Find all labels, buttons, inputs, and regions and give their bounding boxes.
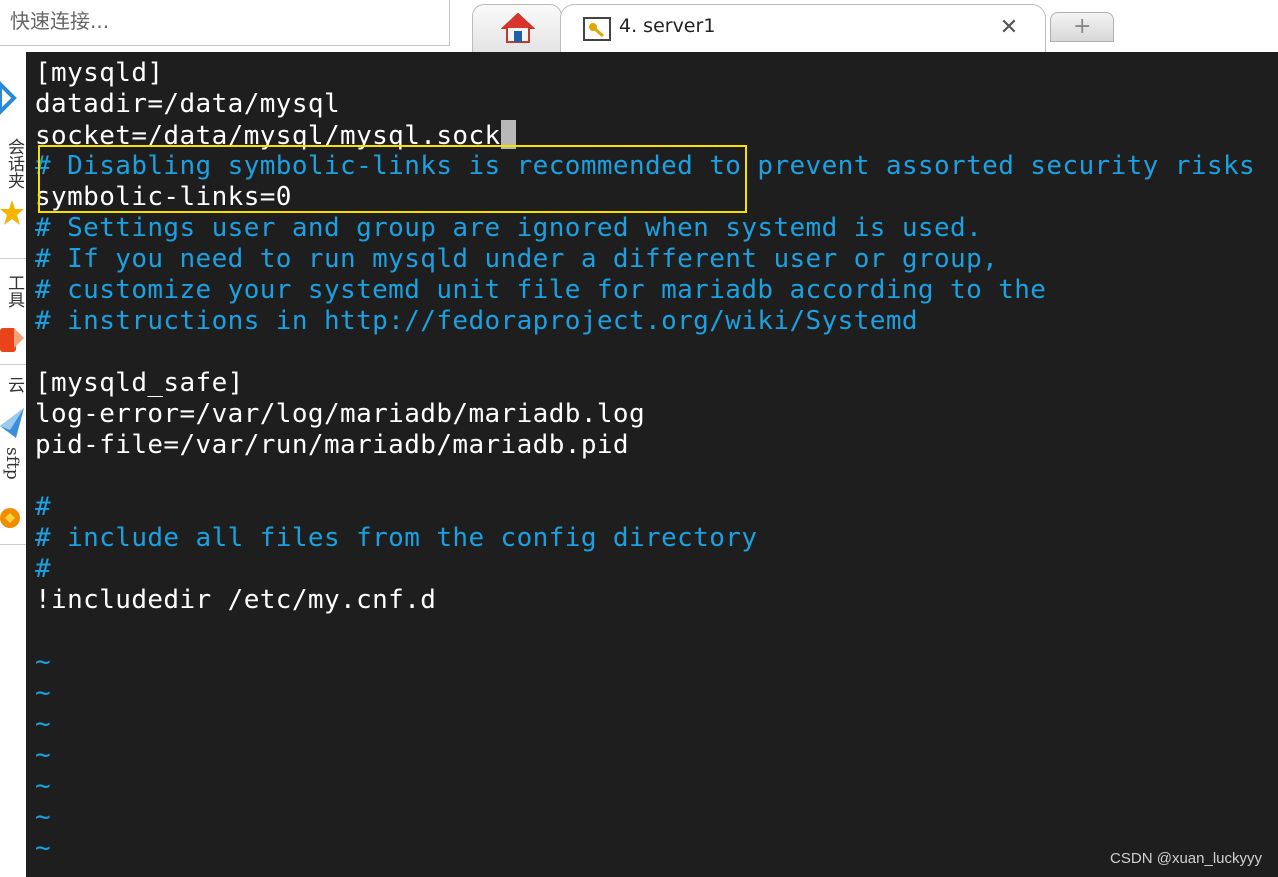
terminal-line-text: ~ <box>35 833 52 863</box>
terminal-line: ~ <box>35 802 51 833</box>
terminal-line: datadir=/data/mysql <box>35 89 340 120</box>
sidebar-item-label: 工具 <box>4 274 24 308</box>
quick-connect-input[interactable]: 快速连接... <box>0 0 450 46</box>
terminal-line-text: # instructions in http://fedoraproject.o… <box>35 306 918 336</box>
terminal-line: [mysqld] <box>35 58 163 89</box>
text-cursor <box>500 120 516 149</box>
terminal-line: # <box>35 554 51 585</box>
tools-icon <box>0 328 24 352</box>
terminal-line: ~ <box>35 771 51 802</box>
terminal-line: socket=/data/mysql/mysql.sock <box>35 120 516 151</box>
terminal-line: ~ <box>35 709 51 740</box>
plus-icon: + <box>1073 14 1092 39</box>
sidebar-item-sftp[interactable]: sftp <box>0 447 26 542</box>
terminal-line-text: pid-file=/var/run/mariadb/mariadb.pid <box>35 430 629 460</box>
arrow-icon <box>0 78 26 118</box>
terminal-line-text: symbolic-links=0 <box>35 182 292 212</box>
star-icon <box>0 200 24 225</box>
terminal-line-text: ~ <box>35 678 52 708</box>
terminal-line-text: ~ <box>35 802 52 832</box>
tab-server1[interactable]: 4. server1 ✕ <box>560 4 1046 52</box>
terminal-line-text: socket=/data/mysql/mysql.sock <box>35 121 501 151</box>
terminal-line: ~ <box>35 678 51 709</box>
close-icon[interactable]: ✕ <box>997 15 1021 41</box>
terminal-line: ~ <box>35 833 51 864</box>
terminal-line-text: # <box>35 554 52 584</box>
terminal-line: # customize your systemd unit file for m… <box>35 275 1046 306</box>
divider <box>0 364 26 365</box>
divider <box>0 544 26 545</box>
terminal-line-text: # If you need to run mysqld under a diff… <box>35 244 999 274</box>
watermark: CSDN @xuan_luckyyy <box>1110 850 1262 867</box>
sftp-icon <box>0 508 20 528</box>
sidebar-item-label: sftp <box>2 447 22 480</box>
sidebar-item-cloud[interactable]: 云 <box>0 370 26 445</box>
terminal-line-text: datadir=/data/mysql <box>35 89 341 119</box>
terminal-line: # <box>35 492 51 523</box>
terminal-line-text: ~ <box>35 771 52 801</box>
terminal-line-text: ~ <box>35 740 52 770</box>
divider <box>0 258 26 259</box>
terminal-line-text: ~ <box>35 647 52 677</box>
terminal-line: pid-file=/var/run/mariadb/mariadb.pid <box>35 430 629 461</box>
terminal-screen[interactable]: [mysqld] datadir=/data/mysql socket=/data/… <box>26 52 1278 877</box>
terminal-line-text: [mysqld] <box>35 58 164 88</box>
side-panel-strip: 会话夹 工具 云 sftp <box>0 52 26 877</box>
terminal-line: ~ <box>35 647 51 678</box>
terminal-line: ~ <box>35 740 51 771</box>
terminal-line: log-error=/var/log/mariadb/mariadb.log <box>35 399 645 430</box>
terminal-line-text: !includedir /etc/my.cnf.d <box>35 585 437 615</box>
terminal-line-text: # Disabling symbolic-links is recommende… <box>35 151 1256 181</box>
new-tab-button[interactable]: + <box>1050 12 1114 42</box>
terminal-line-text: [mysqld_safe] <box>35 368 244 398</box>
terminal-line: !includedir /etc/my.cnf.d <box>35 585 436 616</box>
terminal-line: # instructions in http://fedoraproject.o… <box>35 306 918 337</box>
sidebar-item-tools[interactable]: 工具 <box>0 266 26 361</box>
tab-bar: 快速连接... 4. server1 ✕ + <box>0 0 1278 52</box>
sidebar-item-label: 会话夹 <box>4 138 24 189</box>
sidebar-item-label: 云 <box>4 376 24 393</box>
terminal-line: [mysqld_safe] <box>35 368 244 399</box>
terminal-line-text: # <box>35 492 52 522</box>
terminal-line: # include all files from the config dire… <box>35 523 757 554</box>
sidebar-item-sessions[interactable]: 会话夹 <box>0 132 26 232</box>
home-icon <box>501 12 535 43</box>
terminal-line: symbolic-links=0 <box>35 182 292 213</box>
terminal-line: # If you need to run mysqld under a diff… <box>35 244 998 275</box>
key-icon <box>583 17 611 41</box>
terminal-line-text: # customize your systemd unit file for m… <box>35 275 1047 305</box>
tab-title: 4. server1 <box>619 15 716 37</box>
terminal-line-text: ~ <box>35 709 52 739</box>
terminal-line-text: # include all files from the config dire… <box>35 523 758 553</box>
terminal-line-text: # Settings user and group are ignored wh… <box>35 213 983 243</box>
terminal-line: # Disabling symbolic-links is recommende… <box>35 151 1255 182</box>
terminal-line-text: log-error=/var/log/mariadb/mariadb.log <box>35 399 646 429</box>
terminal-line: # Settings user and group are ignored wh… <box>35 213 982 244</box>
paper-plane-icon <box>0 408 24 438</box>
tab-home[interactable] <box>472 4 562 52</box>
